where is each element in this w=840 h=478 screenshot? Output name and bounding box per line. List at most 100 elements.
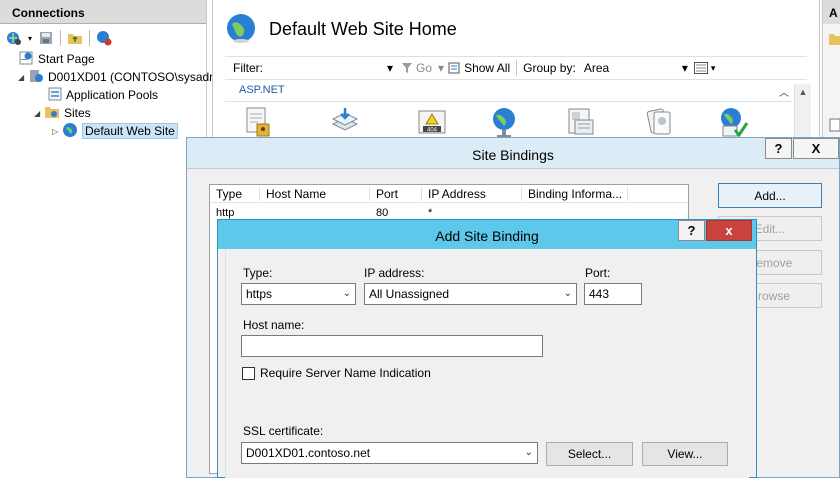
ssl-certificate-select[interactable]: D001XD01.contoso.net ⌄ [241,442,538,464]
globe-icon [225,12,257,47]
expand-arrow-icon[interactable]: ▷ [52,127,62,136]
start-page-icon [18,50,34,69]
ip-address-select[interactable]: All Unassigned ⌄ [364,283,577,305]
go-button[interactable]: Go [401,61,432,75]
ssl-certificate-label: SSL certificate: [243,424,324,438]
edit-permissions-icon[interactable] [829,118,840,135]
toolbar-separator [60,30,61,46]
save-icon[interactable] [36,29,56,47]
error-pages-icon[interactable]: 404 [415,104,449,140]
tree-item-start-page[interactable]: Start Page [18,50,95,68]
group-by-label: Group by: [523,61,576,75]
chevron-down-icon: ⌄ [342,288,351,299]
add-site-binding-body: Type: https ⌄ IP address: All Unassigned… [225,249,749,478]
view-certificate-button[interactable]: View... [642,442,728,466]
port-label: Port: [585,266,611,280]
site-bindings-titlebar[interactable]: Site Bindings ? X [187,138,839,169]
disconnect-icon[interactable] [94,29,114,47]
globe-icon [62,122,78,141]
server-icon [28,68,44,87]
add-site-binding-titlebar[interactable]: Add Site Binding ? x [218,220,756,249]
compilation-icon[interactable] [328,104,362,140]
type-value: https [246,287,273,301]
tree-item-label: D001XD01 (CONTOSO\sysadr [48,70,214,84]
show-all-button[interactable]: Show All [448,61,510,75]
dropdown-icon[interactable]: ▾ [26,29,34,47]
view-dropdown-icon[interactable]: ▾ [711,63,716,74]
require-sni-checkbox[interactable] [242,367,255,380]
chevron-down-icon: ⌄ [563,288,572,299]
group-by-value: Area [583,61,610,75]
cell-port: 80 [376,207,389,219]
close-button[interactable]: X [793,138,839,159]
group-by-select[interactable]: Area [584,61,694,75]
tree-item-label: Sites [64,106,91,120]
roles-icon[interactable] [642,104,676,140]
port-field[interactable]: 443 [584,283,642,305]
show-all-label: Show All [464,61,511,75]
tree-item-server[interactable]: ◢ D001XD01 (CONTOSO\sysadr [18,68,213,86]
host-name-label: Host name: [243,318,305,332]
tree-item-label: Default Web Site [82,123,178,139]
view-mode-button[interactable]: ▾ [693,62,716,74]
column-header-type[interactable]: Type [210,187,260,201]
type-select[interactable]: https ⌄ [241,283,356,305]
site-bindings-title: Site Bindings [472,147,554,163]
column-header-binding-information[interactable]: Binding Informa... [522,187,628,201]
funnel-icon [402,63,413,73]
view-icon [693,62,708,74]
trust-levels-icon[interactable] [716,104,750,140]
connections-pane: Connections ▾ Start Page ◢ D001XD01 (CON… [0,0,213,478]
tree-item-application-pools[interactable]: Application Pools [48,86,158,104]
help-button[interactable]: ? [678,220,705,241]
filter-label: Filter: [233,61,263,75]
connections-toolbar: ▾ [4,27,114,49]
close-button[interactable]: x [706,220,752,241]
column-header-host-name[interactable]: Host Name [260,187,370,201]
app-pools-icon [48,87,62,104]
column-header-port[interactable]: Port [370,187,422,201]
help-button[interactable]: ? [765,138,792,159]
connections-header: Connections [0,0,206,24]
section-label: ASP.NET [239,84,285,96]
cell-ip-address: * [428,207,433,219]
add-binding-button[interactable]: Add... [718,183,822,208]
collapse-section-icon[interactable]: ︿ [779,84,789,99]
type-label: Type: [243,266,273,280]
tree-item-label: Application Pools [66,88,159,102]
page-header: Default Web Site Home [225,12,457,47]
filter-bar: Filter: ▾ Go ▾ Show All Group by: Area ▾… [225,56,807,80]
tree-item-sites[interactable]: ◢ Sites [34,104,91,122]
actions-header: A [823,0,840,24]
add-site-binding-title: Add Site Binding [435,228,539,244]
svg-text:404: 404 [427,128,438,134]
collapse-arrow-icon[interactable]: ◢ [34,109,44,118]
require-sni-label[interactable]: Require Server Name Indication [260,366,431,380]
tree-item-default-web-site[interactable]: ▷ Default Web Site [52,122,178,140]
select-certificate-button[interactable]: Select... [546,442,633,466]
up-folder-icon[interactable] [65,29,85,47]
bindings-table-header: Type Host Name Port IP Address Binding I… [210,185,688,203]
go-dropdown-icon[interactable]: ▾ [438,61,444,75]
explore-icon[interactable] [829,32,840,49]
show-all-icon [448,62,460,73]
chevron-down-icon: ⌄ [524,447,533,458]
authorization-rules-icon[interactable] [241,104,275,140]
filter-dropdown-icon[interactable]: ▾ [387,61,393,75]
connect-icon[interactable] [4,29,24,47]
ssl-certificate-value: D001XD01.contoso.net [246,446,371,460]
section-header-aspnet[interactable]: ASP.NET ︿ [225,84,793,102]
ip-address-value: All Unassigned [369,287,450,301]
column-header-ip-address[interactable]: IP Address [422,187,522,201]
host-name-field[interactable] [241,335,543,357]
group-by-dropdown-icon[interactable]: ▾ [682,61,688,75]
scroll-up-icon[interactable]: ▲ [795,84,811,100]
tree-item-label: Start Page [38,52,95,66]
sites-folder-icon [44,105,60,122]
collapse-arrow-icon[interactable]: ◢ [18,73,28,82]
features-scrollbar[interactable]: ▲ [794,84,811,144]
globalization-icon[interactable] [487,104,521,140]
filter-input[interactable] [267,59,387,77]
profile-icon[interactable] [564,104,598,140]
page-title: Default Web Site Home [269,19,457,39]
